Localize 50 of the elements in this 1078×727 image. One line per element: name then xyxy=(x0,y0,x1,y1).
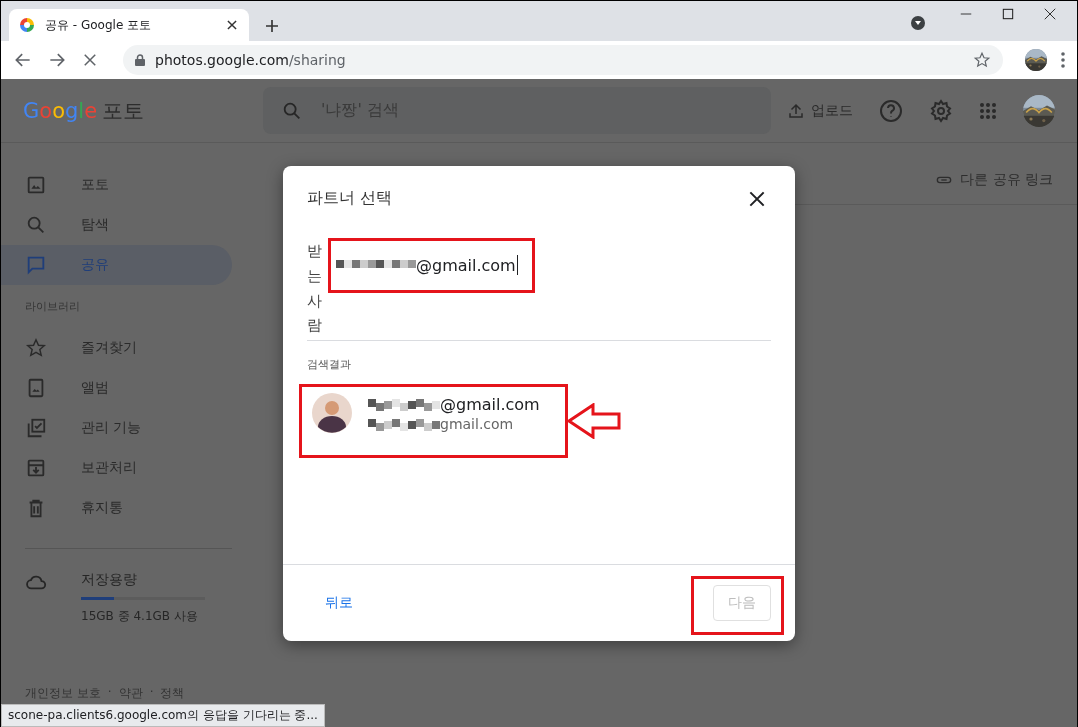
recipient-field[interactable]: @gmail.com xyxy=(336,252,518,278)
maximize-icon[interactable] xyxy=(1001,7,1015,21)
logo[interactable]: Google xyxy=(23,98,98,123)
separator: · xyxy=(107,685,112,701)
dialog-title: 파트너 선택 xyxy=(307,188,393,209)
nav-icon xyxy=(25,214,47,236)
nav-icon xyxy=(25,417,47,439)
annotation-arrow xyxy=(567,403,621,439)
nav-icon xyxy=(25,337,47,359)
sidebar-item[interactable]: 앨범 xyxy=(1,368,232,408)
recipient-label: 받는사람 xyxy=(307,241,322,337)
sidebar-item[interactable]: 보관처리 xyxy=(1,448,232,488)
status-bar: scone-pa.clients6.google.com의 응답을 기다리는 중... xyxy=(1,704,325,727)
avatar-icon xyxy=(312,393,352,433)
results-heading: 검색결과 xyxy=(306,357,352,373)
sidebar-item[interactable]: 휴지통 xyxy=(1,488,232,528)
lock-icon xyxy=(135,54,145,66)
address-bar[interactable]: photos.google.com/sharing xyxy=(123,45,1003,75)
result-item[interactable]: @gmail.com gmail.com xyxy=(283,378,795,448)
nav-icon xyxy=(25,254,47,276)
nav-icon xyxy=(25,457,47,479)
upload-icon xyxy=(787,101,805,120)
back-button[interactable]: 뒤로 xyxy=(313,588,365,618)
sidebar-item[interactable]: 포토 xyxy=(1,165,232,205)
star-icon[interactable] xyxy=(973,51,991,69)
menu-icon[interactable] xyxy=(1061,52,1065,68)
browser-tab[interactable]: 공유 - Google 포토 xyxy=(9,9,249,41)
close-icon[interactable] xyxy=(1043,7,1057,21)
stop-icon[interactable] xyxy=(81,51,99,69)
help-icon[interactable] xyxy=(879,98,903,123)
result-name: @gmail.com xyxy=(440,394,540,414)
plus-icon[interactable] xyxy=(263,17,281,35)
storage-label: 저장용량 xyxy=(81,571,138,589)
sidebar-item[interactable]: 즐겨찾기 xyxy=(1,328,232,368)
storage-usage: 15GB 중 4.1GB 사용 xyxy=(81,608,199,625)
settings-icon[interactable] xyxy=(929,98,953,123)
result-email: gmail.com xyxy=(440,415,514,432)
close-icon[interactable] xyxy=(225,18,239,32)
sidebar-item[interactable]: 공유 xyxy=(1,245,232,285)
nav-icon xyxy=(25,174,47,196)
apps-icon[interactable] xyxy=(979,101,997,120)
pixelated-text-drawing xyxy=(368,396,440,412)
logo-product: 포토 xyxy=(102,97,145,125)
upload-button[interactable]: 업로드 xyxy=(787,101,853,120)
pinwheel-icon xyxy=(19,17,35,33)
sidebar-item[interactable]: 관리 기능 xyxy=(1,408,232,448)
sidebar-item[interactable]: 탐색 xyxy=(1,205,232,245)
other-links-button[interactable]: 다른 공유 링크 xyxy=(936,143,1077,189)
separator: · xyxy=(149,685,154,701)
dropdown-icon[interactable] xyxy=(911,16,925,30)
